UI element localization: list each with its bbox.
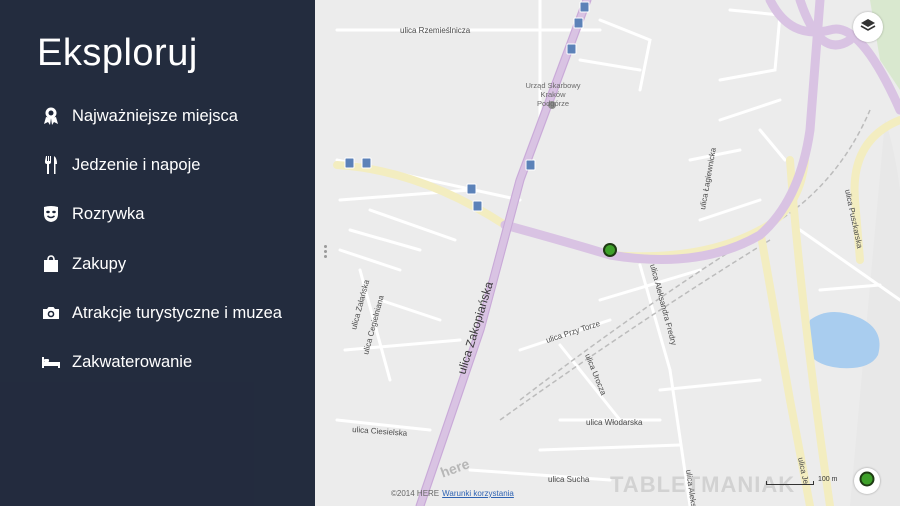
street-label: ulica Rzemieślnicza — [400, 26, 471, 35]
fork-knife-icon — [40, 154, 62, 176]
layers-button[interactable] — [853, 12, 883, 42]
bus-stop-icon — [466, 183, 477, 195]
award-ribbon-icon — [40, 105, 62, 127]
menu-item-label: Najważniejsze miejsca — [72, 106, 238, 125]
menu-item-shopping[interactable]: Zakupy — [40, 249, 126, 279]
shopping-bag-icon — [40, 253, 62, 275]
explore-panel: Eksploruj Najważniejsze miejsca Jedzenie… — [0, 0, 315, 506]
menu-item-accommodation[interactable]: Zakwaterowanie — [40, 347, 192, 377]
map-copyright: ©2014 HERE Warunki korzystania — [391, 489, 514, 498]
location-icon — [858, 470, 876, 493]
bus-stop-icon — [361, 157, 372, 169]
bus-stop-icon — [573, 17, 584, 29]
panel-resize-handle[interactable] — [322, 243, 328, 263]
layers-icon — [860, 18, 876, 37]
bus-stop-icon — [472, 200, 483, 212]
street-label: ulica Sucha — [548, 475, 590, 484]
bed-icon — [40, 351, 62, 373]
street-label: ulica Włodarska — [586, 418, 643, 427]
scale-label: 100 m — [818, 476, 838, 483]
menu-item-entertainment[interactable]: Rozrywka — [40, 199, 144, 229]
poi-label: Podgórze — [537, 99, 569, 108]
menu-item-top-places[interactable]: Najważniejsze miejsca — [40, 101, 238, 131]
theater-mask-icon — [40, 203, 62, 225]
scale-bar-line — [766, 481, 814, 485]
bus-stop-icon — [566, 43, 577, 55]
watermark: TABLETMANIAK — [610, 472, 796, 497]
menu-item-food-drink[interactable]: Jedzenie i napoje — [40, 150, 200, 180]
panel-title: Eksploruj — [37, 32, 198, 74]
locate-me-button[interactable] — [854, 468, 880, 494]
camera-icon — [40, 302, 62, 324]
terms-link[interactable]: Warunki korzystania — [442, 489, 514, 498]
poi-label: Kraków — [540, 90, 566, 99]
menu-item-label: Atrakcje turystyczne i muzea — [72, 303, 282, 322]
menu-item-label: Zakwaterowanie — [72, 352, 193, 371]
bus-stop-icon — [344, 157, 355, 169]
bus-stop-icon — [525, 159, 536, 171]
menu-item-label: Jedzenie i napoje — [72, 155, 201, 174]
poi-label: Urząd Skarbowy — [525, 81, 580, 90]
menu-item-label: Rozrywka — [72, 204, 145, 223]
copyright-text: ©2014 HERE — [391, 489, 440, 498]
bus-stop-icon — [579, 1, 590, 13]
menu-item-label: Zakupy — [72, 254, 127, 273]
menu-item-attractions[interactable]: Atrakcje turystyczne i muzea — [40, 298, 282, 328]
